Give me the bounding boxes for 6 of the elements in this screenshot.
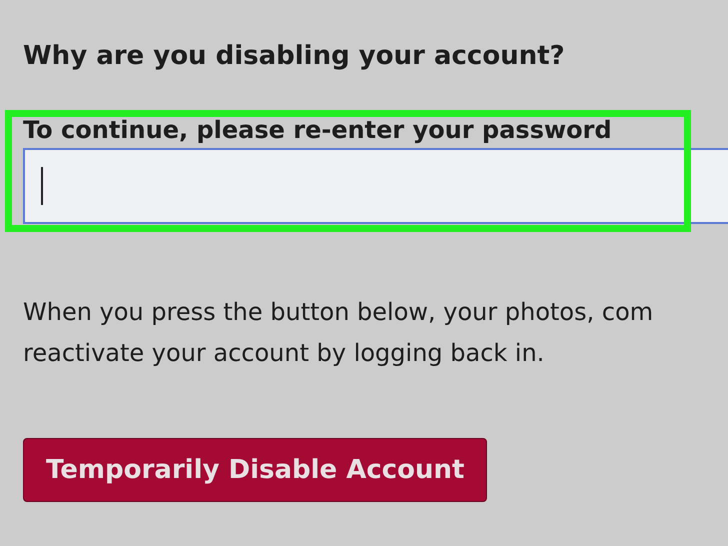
notice-text: reactivate your account by logging back in. xyxy=(23,338,544,369)
disable-account-button[interactable]: Temporarily Disable Account xyxy=(23,438,488,502)
password-field[interactable] xyxy=(23,148,728,224)
field-label: To continue, please re-enter your password xyxy=(23,115,612,146)
notice-text: When you press the button below, your photos, com xyxy=(23,297,654,328)
section-heading: Why are you disabling your account? xyxy=(23,40,565,73)
